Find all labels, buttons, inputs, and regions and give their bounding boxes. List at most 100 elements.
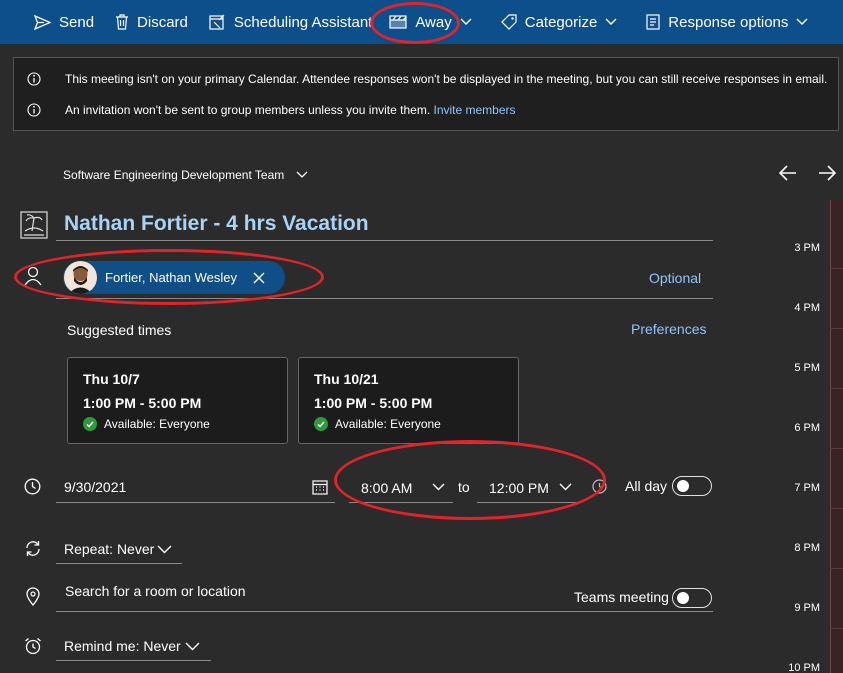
send-icon <box>34 14 51 30</box>
scheduling-icon <box>209 14 225 30</box>
arrow-left-icon[interactable] <box>779 162 797 184</box>
slot-date: Thu 10/21 <box>314 371 379 387</box>
banner-row: This meeting isn't on your primary Calen… <box>14 68 838 90</box>
tag-icon <box>500 14 517 30</box>
response-options-dropdown[interactable]: Response options <box>646 0 816 44</box>
categorize-label: Categorize <box>524 13 598 31</box>
hour-gridline <box>830 508 843 509</box>
hour-label: 10 PM <box>788 662 820 673</box>
hour-label: 9 PM <box>794 602 820 614</box>
hour-gridline <box>830 328 843 329</box>
repeat-value: Never <box>116 541 155 557</box>
send-button[interactable]: Send <box>34 0 94 44</box>
chevron-down-icon <box>796 18 808 25</box>
check-icon <box>314 417 328 431</box>
command-bar: Send Discard Scheduling Assistant Away C… <box>0 0 843 44</box>
slot-time: 1:00 PM - 5:00 PM <box>314 395 433 411</box>
send-label: Send <box>59 13 95 31</box>
attendee-underline <box>56 298 713 299</box>
categorize-dropdown[interactable]: Categorize <box>500 0 626 44</box>
repeat-underline <box>56 563 182 564</box>
hour-label: 6 PM <box>794 422 820 434</box>
invite-members-link[interactable]: Invite members <box>434 103 516 117</box>
chevron-down-icon <box>605 18 617 25</box>
hour-label: 3 PM <box>794 242 820 254</box>
close-icon[interactable] <box>253 272 265 284</box>
location-pin-icon <box>26 587 40 606</box>
date-underline <box>56 502 335 503</box>
avatar <box>64 261 97 294</box>
remind-underline <box>56 660 211 661</box>
discard-label: Discard <box>137 13 188 31</box>
suggested-slot-card[interactable]: Thu 10/21 1:00 PM - 5:00 PM Available: E… <box>298 357 519 444</box>
slot-availability: Available: Everyone <box>83 417 210 431</box>
teams-meeting-label: Teams meeting <box>574 589 669 605</box>
all-day-label: All day <box>625 478 668 494</box>
start-time-dropdown[interactable]: 8:00 AM <box>361 480 412 496</box>
attendee-name: Fortier, Nathan Wesley <box>105 270 237 285</box>
calendar-day-column[interactable] <box>830 200 843 673</box>
person-icon <box>24 266 42 286</box>
remind-label: Remind me: <box>64 638 140 654</box>
availability-text: Available: Everyone <box>335 417 441 431</box>
availability-text: Available: Everyone <box>104 417 210 431</box>
hour-gridline <box>830 448 843 449</box>
info-icon <box>27 72 41 86</box>
repeat-dropdown[interactable]: Repeat: Never <box>64 541 154 557</box>
arrow-right-icon[interactable] <box>818 162 836 184</box>
remind-dropdown[interactable]: Remind me: Never <box>64 638 181 654</box>
teams-meeting-toggle[interactable] <box>672 588 712 608</box>
hour-gridline <box>830 268 843 269</box>
chevron-down-icon <box>432 483 445 491</box>
chevron-down-icon <box>296 171 308 178</box>
alarm-icon <box>25 638 41 655</box>
slot-time: 1:00 PM - 5:00 PM <box>83 395 202 411</box>
time-zone-icon[interactable] <box>592 478 607 495</box>
location-input[interactable]: Search for a room or location <box>65 583 246 599</box>
hour-gridline <box>830 628 843 629</box>
repeat-label: Repeat: <box>64 541 114 557</box>
hour-label: 4 PM <box>794 302 820 314</box>
chevron-down-icon <box>559 483 572 491</box>
calendar-icon[interactable] <box>312 479 328 495</box>
attendee-chip[interactable]: Fortier, Nathan Wesley <box>63 261 285 294</box>
preferences-link[interactable]: Preferences <box>631 321 706 337</box>
discard-button[interactable]: Discard <box>115 0 188 44</box>
day-timeline: 3 PM 4 PM 5 PM 6 PM 7 PM 8 PM 9 PM 10 PM <box>770 200 830 673</box>
hour-label: 5 PM <box>794 362 820 374</box>
location-underline <box>56 611 713 612</box>
show-as-dropdown[interactable]: Away <box>389 0 479 44</box>
suggested-slot-card[interactable]: Thu 10/7 1:00 PM - 5:00 PM Available: Ev… <box>67 357 288 444</box>
event-title[interactable]: Nathan Fortier - 4 hrs Vacation <box>64 212 369 236</box>
all-day-toggle[interactable] <box>672 476 712 496</box>
hour-gridline <box>830 388 843 389</box>
banner-message-text: An invitation won't be sent to group mem… <box>65 103 431 117</box>
optional-attendees-link[interactable]: Optional <box>649 270 701 286</box>
toggle-knob <box>677 592 689 604</box>
remind-value: Never <box>143 638 181 654</box>
to-label: to <box>458 479 470 495</box>
start-time-underline <box>349 502 453 503</box>
end-time-dropdown[interactable]: 12:00 PM <box>489 480 549 496</box>
chevron-down-icon <box>157 545 172 554</box>
hour-label: 8 PM <box>794 542 820 554</box>
vacation-icon <box>20 211 48 239</box>
slot-date: Thu 10/7 <box>83 371 140 387</box>
chevron-down-icon <box>185 642 200 651</box>
start-date-input[interactable]: 9/30/2021 <box>64 479 126 495</box>
info-banner: This meeting isn't on your primary Calen… <box>13 57 839 131</box>
toggle-knob <box>677 480 689 492</box>
scheduling-label: Scheduling Assistant <box>233 13 373 31</box>
check-icon <box>83 417 97 431</box>
banner-message: An invitation won't be sent to group mem… <box>65 103 516 117</box>
scheduling-assistant-button[interactable]: Scheduling Assistant <box>209 0 372 44</box>
trash-icon <box>116 14 129 30</box>
clock-icon <box>24 478 41 495</box>
hour-gridline <box>830 568 843 569</box>
end-time-underline <box>477 502 580 503</box>
calendar-group-selector[interactable]: Software Engineering Development Team <box>63 168 308 182</box>
response-options-label: Response options <box>668 13 789 31</box>
show-as-label: Away <box>415 13 452 31</box>
banner-row: An invitation won't be sent to group mem… <box>14 99 838 121</box>
hour-label: 7 PM <box>794 482 820 494</box>
